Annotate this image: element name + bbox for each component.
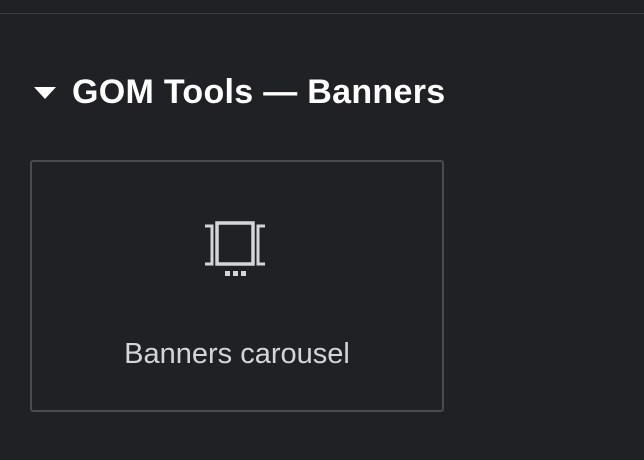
section-header-gom-tools-banners[interactable]: GOM Tools — Banners xyxy=(34,66,445,118)
section-title: GOM Tools — Banners xyxy=(72,72,446,111)
widget-label: Banners carousel xyxy=(124,338,350,370)
carousel-icon xyxy=(205,221,265,276)
widget-banners-carousel[interactable]: Banners carousel xyxy=(30,160,444,412)
caret-down-icon[interactable] xyxy=(34,87,56,99)
elements-panel: GOM Tools — Banners Banners carousel xyxy=(0,0,644,460)
top-divider xyxy=(0,13,644,14)
